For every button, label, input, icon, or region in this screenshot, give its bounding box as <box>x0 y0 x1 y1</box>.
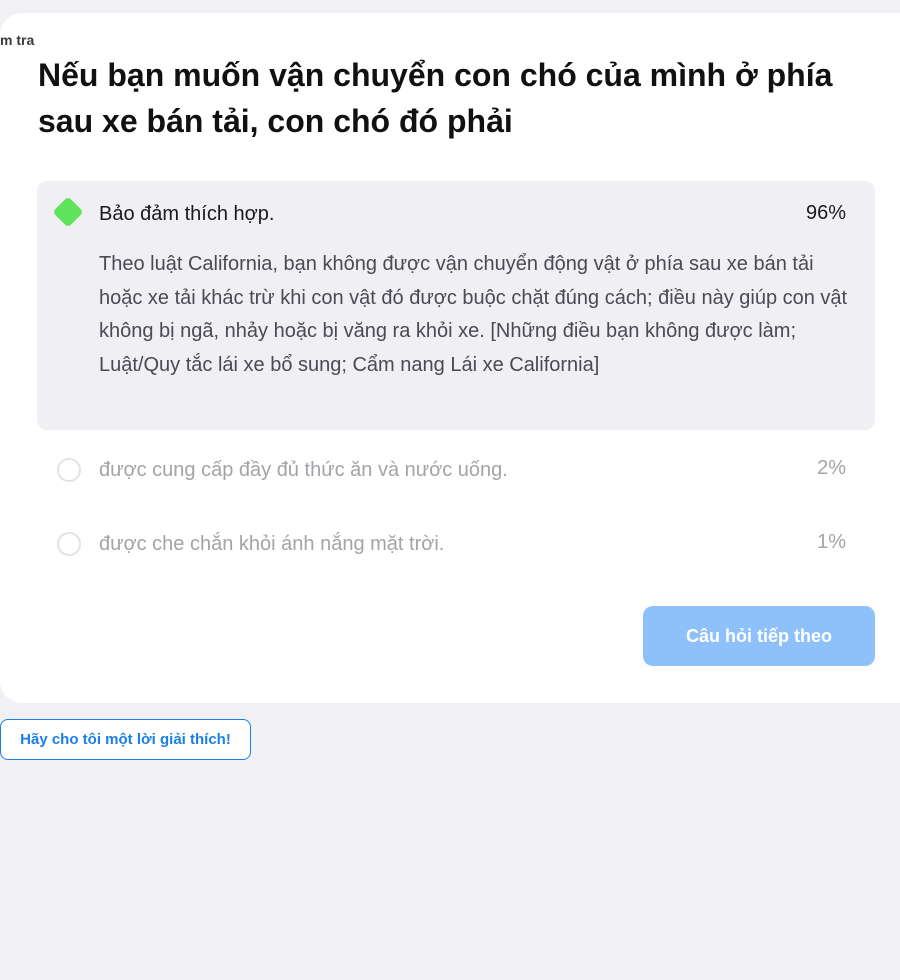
answer-percent: 1% <box>817 531 846 553</box>
answer-option-correct[interactable]: Bảo đảm thích hợp. 96% Theo luật Califor… <box>37 181 875 430</box>
breadcrumb: m tra <box>0 32 35 48</box>
answer-explanation: Theo luật California, bạn không được vận… <box>99 253 848 376</box>
answer-label: được cung cấp đầy đủ thức ăn và nước uốn… <box>99 459 508 481</box>
question-title: Nếu bạn muốn vận chuyển con chó của mình… <box>38 57 833 139</box>
green-diamond-icon <box>52 196 84 228</box>
answer-label: được che chắn khỏi ánh nắng mặt trời. <box>99 533 445 555</box>
answer-option[interactable]: được che chắn khỏi ánh nắng mặt trời. 1% <box>37 515 875 575</box>
answer-percent: 2% <box>817 457 846 479</box>
next-question-button[interactable]: Câu hỏi tiếp theo <box>643 606 875 666</box>
answer-option[interactable]: được cung cấp đầy đủ thức ăn và nước uốn… <box>37 441 875 501</box>
radio-circle-icon[interactable] <box>57 532 81 556</box>
explain-button[interactable]: Hãy cho tôi một lời giải thích! <box>0 719 251 760</box>
answer-percent: 96% <box>805 202 846 224</box>
radio-circle-icon[interactable] <box>57 458 81 482</box>
answer-label: Bảo đảm thích hợp. <box>99 203 275 225</box>
